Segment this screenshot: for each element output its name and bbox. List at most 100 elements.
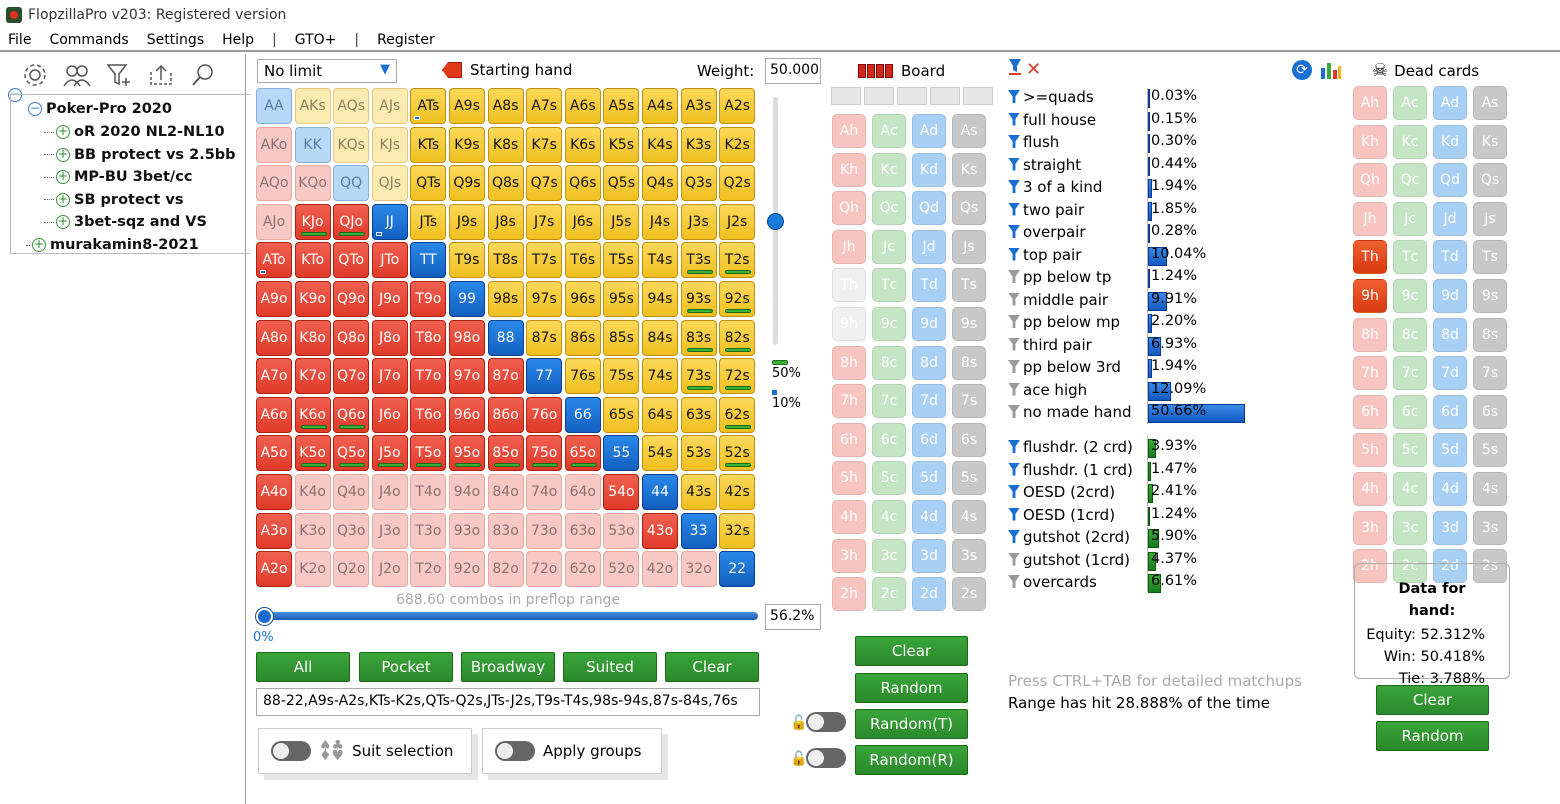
dead-card-Jd[interactable]: Jd: [1433, 201, 1467, 236]
hand-cell-K4s[interactable]: K4s: [642, 126, 678, 163]
hand-cell-K9o[interactable]: K9o: [294, 281, 331, 317]
hand-cell-73s[interactable]: 73s: [680, 358, 717, 395]
hand-cell-43o[interactable]: 43o: [642, 512, 678, 549]
hand-cell-A8s[interactable]: A8s: [487, 88, 524, 124]
hand-cell-A9s[interactable]: A9s: [449, 88, 485, 124]
dead-card-Kh[interactable]: Kh: [1353, 124, 1387, 159]
filter-icon[interactable]: [1008, 135, 1020, 148]
dead-card-Qd[interactable]: Qd: [1433, 163, 1467, 198]
hand-cell-73o[interactable]: 73o: [526, 512, 563, 549]
dead-card-8s[interactable]: 8s: [1473, 317, 1507, 352]
pocket-button[interactable]: Pocket: [359, 652, 453, 682]
dead-card-3s[interactable]: 3s: [1473, 510, 1507, 545]
dead-card-6s[interactable]: 6s: [1473, 394, 1507, 429]
dead-card-Ks[interactable]: Ks: [1473, 124, 1507, 159]
hand-cell-K2s[interactable]: K2s: [719, 126, 756, 163]
hand-cell-53o[interactable]: 53o: [603, 512, 640, 549]
filter-icon[interactable]: [1008, 485, 1020, 498]
dead-card-Ad[interactable]: Ad: [1433, 86, 1467, 120]
stat-row[interactable]: no made hand 50.66%: [1008, 402, 1258, 424]
hand-cell-62o[interactable]: 62o: [564, 551, 601, 588]
hand-cell-K3s[interactable]: K3s: [680, 126, 717, 163]
filter-icon[interactable]: [1008, 90, 1020, 103]
menu-help[interactable]: Help: [222, 32, 254, 48]
dead-card-Kc[interactable]: Kc: [1393, 124, 1427, 159]
dead-card-7d[interactable]: 7d: [1433, 356, 1467, 391]
hand-cell-94o[interactable]: 94o: [449, 474, 485, 510]
filter-icon[interactable]: [1008, 315, 1020, 328]
dead-card-5s[interactable]: 5s: [1473, 433, 1507, 468]
board-card-Ad[interactable]: Ad: [912, 114, 946, 148]
starting-hand-icon[interactable]: [442, 62, 462, 78]
filter-icon[interactable]: [1008, 462, 1020, 476]
hand-cell-J4o[interactable]: J4o: [371, 474, 408, 510]
hand-cell-Q4o[interactable]: Q4o: [333, 474, 370, 510]
hand-cell-44[interactable]: 44: [642, 474, 678, 510]
hand-cell-86o[interactable]: 86o: [487, 396, 524, 433]
dead-card-5h[interactable]: 5h: [1353, 433, 1387, 468]
hand-cell-Q3s[interactable]: Q3s: [680, 165, 717, 202]
board-card-2c[interactable]: 2c: [872, 577, 906, 612]
plus-icon[interactable]: +: [56, 170, 70, 184]
hand-cell-T9s[interactable]: T9s: [449, 242, 485, 279]
hand-cell-QJo[interactable]: QJo: [333, 203, 370, 240]
board-slot[interactable]: [897, 87, 927, 105]
stat-row[interactable]: ace high 12.09%: [1008, 380, 1258, 402]
hand-cell-85o[interactable]: 85o: [487, 435, 524, 472]
hand-cell-65o[interactable]: 65o: [564, 435, 601, 472]
hand-cell-J8s[interactable]: J8s: [487, 203, 524, 240]
hand-cell-52s[interactable]: 52s: [719, 435, 756, 472]
hand-cell-AKs[interactable]: AKs: [294, 88, 331, 124]
hand-cell-J5o[interactable]: J5o: [371, 435, 408, 472]
hand-cell-AQs[interactable]: AQs: [333, 88, 370, 124]
hand-cell-J8o[interactable]: J8o: [371, 319, 408, 356]
board-card-Tc[interactable]: Tc: [872, 268, 906, 303]
hand-cell-86s[interactable]: 86s: [564, 319, 601, 356]
stat-row[interactable]: pp below tp 1.24%: [1008, 267, 1258, 289]
hand-cell-32s[interactable]: 32s: [719, 512, 756, 549]
filter-icon[interactable]: [1008, 112, 1020, 126]
board-card-Jc[interactable]: Jc: [872, 229, 906, 264]
hand-cell-22[interactable]: 22: [719, 551, 756, 588]
dead-card-Kd[interactable]: Kd: [1433, 124, 1467, 159]
hand-cell-J6s[interactable]: J6s: [564, 203, 601, 240]
board-card-Ts[interactable]: Ts: [952, 268, 986, 303]
board-card-5d[interactable]: 5d: [912, 461, 946, 496]
dead-card-Qs[interactable]: Qs: [1473, 163, 1507, 198]
hand-cell-Q8o[interactable]: Q8o: [333, 319, 370, 356]
all-button[interactable]: All: [256, 652, 350, 682]
filter-icon[interactable]: [1008, 58, 1022, 80]
weight-input[interactable]: 50.000: [765, 58, 821, 84]
hand-cell-92s[interactable]: 92s: [719, 281, 756, 317]
filter-icon[interactable]: [1008, 530, 1020, 543]
dead-card-4d[interactable]: 4d: [1433, 472, 1467, 506]
hand-cell-K2o[interactable]: K2o: [294, 551, 331, 588]
weight-slider-knob[interactable]: [767, 213, 784, 230]
hand-cell-93o[interactable]: 93o: [449, 512, 485, 549]
range-percent-slider[interactable]: [256, 608, 760, 625]
board-card-7s[interactable]: 7s: [952, 384, 986, 419]
filter-icon[interactable]: [1008, 247, 1020, 261]
filter-icon[interactable]: [1008, 440, 1020, 453]
menu-settings[interactable]: Settings: [147, 32, 204, 48]
hand-cell-Q5s[interactable]: Q5s: [603, 165, 640, 202]
hand-cell-Q2o[interactable]: Q2o: [333, 551, 370, 588]
dead-card-Jh[interactable]: Jh: [1353, 201, 1387, 236]
hand-cell-43s[interactable]: 43s: [680, 474, 717, 510]
hand-cell-52o[interactable]: 52o: [603, 551, 640, 588]
board-card-Qs[interactable]: Qs: [952, 191, 986, 226]
hand-cell-KQs[interactable]: KQs: [333, 126, 370, 163]
filter-icon[interactable]: [1008, 382, 1020, 396]
hand-cell-97o[interactable]: 97o: [449, 358, 485, 395]
board-card-7c[interactable]: 7c: [872, 384, 906, 419]
hand-cell-T8o[interactable]: T8o: [410, 319, 447, 356]
hand-cell-98o[interactable]: 98o: [449, 319, 485, 356]
hand-cell-T9o[interactable]: T9o: [410, 281, 447, 317]
hand-cell-42o[interactable]: 42o: [642, 551, 678, 588]
dead-card-Js[interactable]: Js: [1473, 201, 1507, 236]
hand-cell-J2o[interactable]: J2o: [371, 551, 408, 588]
hand-cell-72s[interactable]: 72s: [719, 358, 756, 395]
hand-cell-32o[interactable]: 32o: [680, 551, 717, 588]
suit-selection-toggle[interactable]: [271, 741, 311, 761]
board-slot[interactable]: [864, 87, 894, 105]
